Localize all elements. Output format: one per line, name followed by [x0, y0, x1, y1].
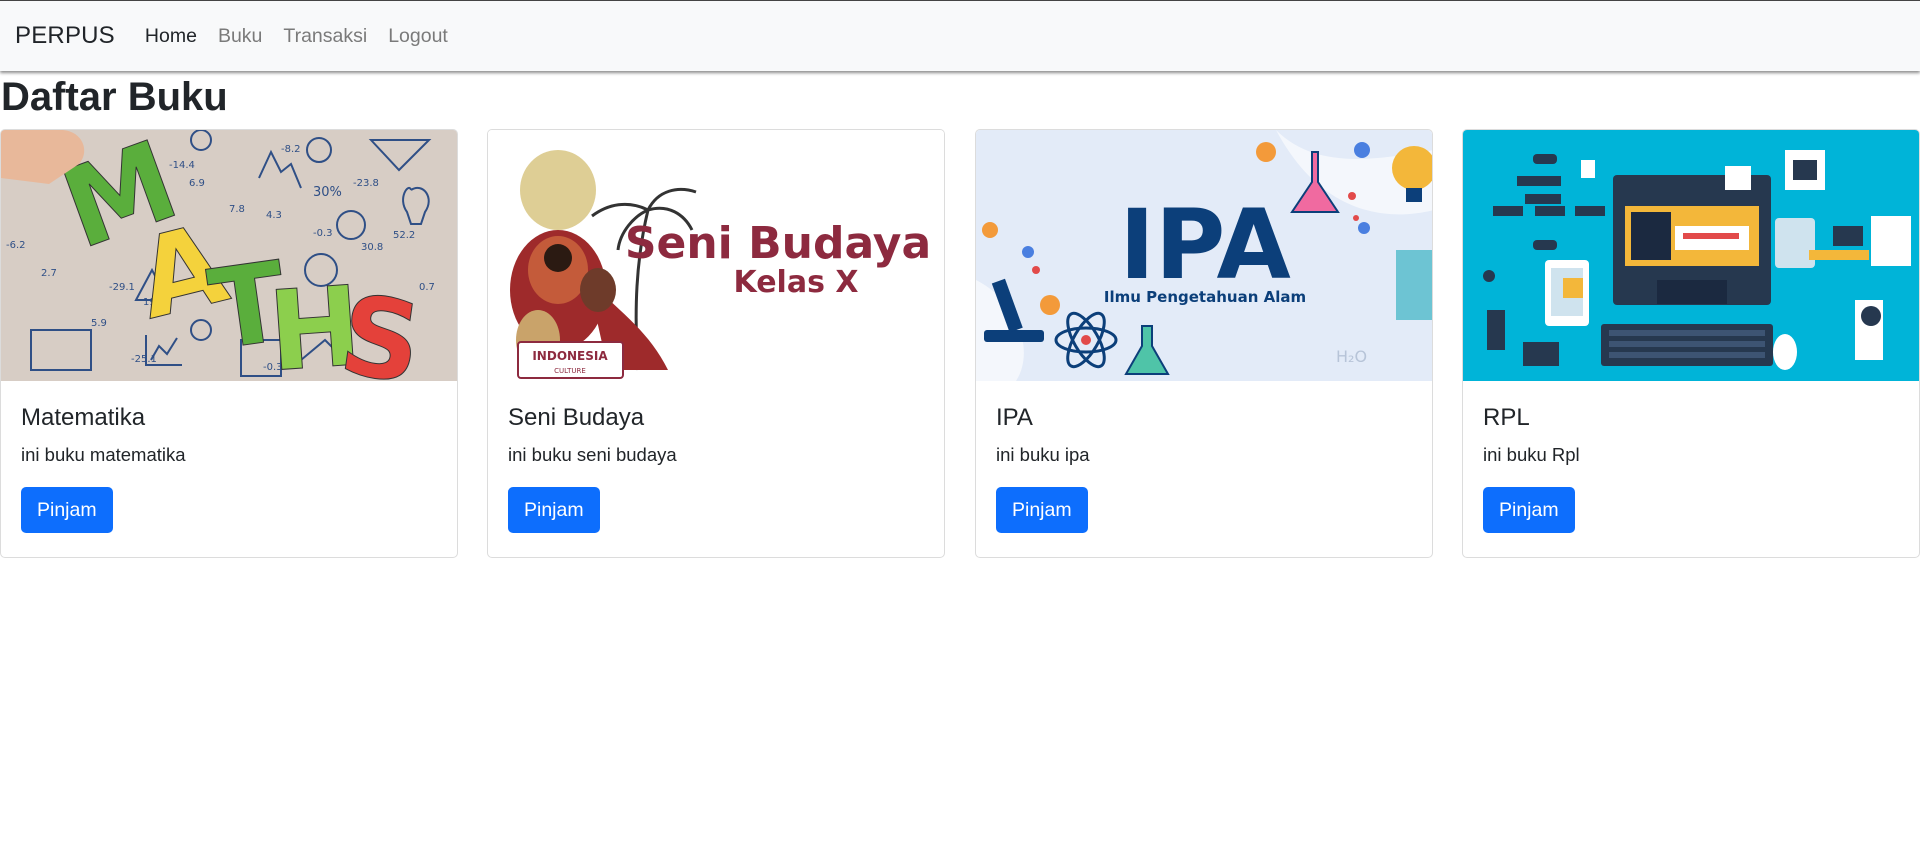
svg-text:2.7: 2.7 — [41, 268, 57, 279]
svg-text:7.8: 7.8 — [229, 204, 245, 215]
navbar-brand[interactable]: PERPUS — [15, 22, 115, 50]
book-description: ini buku seni budaya — [508, 444, 677, 465]
card-body: Seni Budaya ini buku seni budaya Pinjam — [488, 381, 944, 533]
card-body: RPL ini buku Rpl Pinjam — [1463, 381, 1919, 533]
book-cover-seni-budaya: INDONESIA CULTURE Seni Budaya Kelas X — [488, 130, 944, 381]
navbar: PERPUS Home Buku Transaksi Logout — [0, 0, 1920, 71]
book-title: IPA — [996, 404, 1033, 431]
svg-text:-29.1: -29.1 — [109, 282, 135, 293]
pinjam-button[interactable]: Pinjam — [508, 487, 600, 533]
book-card-list: -14.4 6.9 -8.2 -23.8 30% 7.8 4.3 -0.3 52… — [0, 129, 1920, 558]
cover-big-text: IPA — [1119, 189, 1291, 301]
nav-link-logout[interactable]: Logout — [388, 25, 448, 48]
book-card-rpl: RPL ini buku Rpl Pinjam — [1462, 129, 1920, 558]
book-cover-matematika: -14.4 6.9 -8.2 -23.8 30% 7.8 4.3 -0.3 52… — [1, 130, 457, 381]
svg-text:H₂O: H₂O — [1336, 347, 1367, 366]
svg-text:30.8: 30.8 — [361, 242, 383, 253]
svg-text:-23.8: -23.8 — [353, 178, 379, 189]
svg-text:4.3: 4.3 — [266, 210, 282, 221]
svg-text:30%: 30% — [313, 185, 342, 200]
svg-text:5.9: 5.9 — [91, 318, 107, 329]
svg-text:-8.2: -8.2 — [281, 144, 301, 155]
cover-badge-line2: CULTURE — [554, 367, 586, 375]
book-title: Matematika — [21, 404, 146, 431]
nav-link-buku[interactable]: Buku — [218, 25, 262, 48]
pinjam-button[interactable]: Pinjam — [1483, 487, 1575, 533]
svg-text:-25.1: -25.1 — [131, 354, 157, 365]
book-description: ini buku Rpl — [1483, 444, 1580, 465]
book-title: RPL — [1483, 404, 1530, 431]
book-description: ini buku ipa — [996, 444, 1090, 465]
cover-title-line1: Seni Budaya — [625, 218, 931, 269]
pinjam-button[interactable]: Pinjam — [21, 487, 113, 533]
nav-link-home[interactable]: Home — [145, 25, 197, 48]
book-description: ini buku matematika — [21, 444, 186, 465]
page-title: Daftar Buku — [1, 75, 228, 119]
svg-text:6.9: 6.9 — [189, 178, 205, 189]
book-cover-rpl — [1463, 130, 1919, 381]
book-cover-ipa: H₂O IPA Ilmu Pengetahuan Alam — [976, 130, 1432, 381]
book-title: Seni Budaya — [508, 404, 645, 431]
cover-badge-line1: INDONESIA — [532, 349, 608, 363]
book-card-matematika: -14.4 6.9 -8.2 -23.8 30% 7.8 4.3 -0.3 52… — [0, 129, 458, 558]
svg-text:-6.2: -6.2 — [6, 240, 26, 251]
nav-links: Home Buku Transaksi Logout — [145, 25, 469, 48]
card-body: Matematika ini buku matematika Pinjam — [1, 381, 457, 533]
svg-text:52.2: 52.2 — [393, 230, 415, 241]
nav-link-transaksi[interactable]: Transaksi — [283, 25, 367, 48]
book-card-seni-budaya: INDONESIA CULTURE Seni Budaya Kelas X Se… — [487, 129, 945, 558]
card-body: IPA ini buku ipa Pinjam — [976, 381, 1432, 533]
cover-title-line2: Kelas X — [733, 265, 858, 300]
svg-text:-0.3: -0.3 — [313, 228, 333, 239]
book-card-ipa: H₂O IPA Ilmu Pengetahuan Alam IPA ini bu… — [975, 129, 1433, 558]
pinjam-button[interactable]: Pinjam — [996, 487, 1088, 533]
cover-subtitle: Ilmu Pengetahuan Alam — [1104, 288, 1306, 306]
svg-text:-14.4: -14.4 — [169, 160, 195, 171]
